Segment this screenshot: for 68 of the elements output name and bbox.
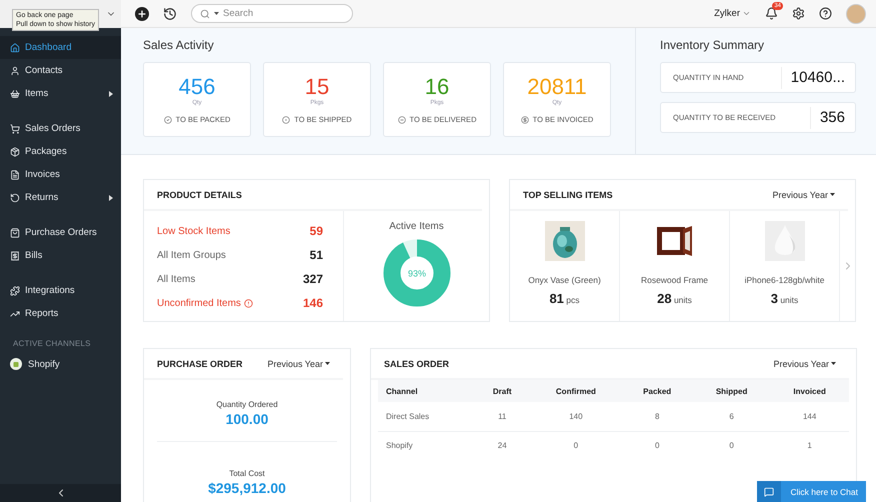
detail-label[interactable]: Unconfirmed Items <box>157 298 253 308</box>
column-header: Draft <box>474 380 530 402</box>
item-name[interactable]: Onyx Vase (Green) <box>528 275 601 285</box>
card-title: PURCHASE ORDER <box>157 358 243 368</box>
activity-count: 456 <box>178 75 216 99</box>
period-dropdown[interactable]: Previous Year <box>772 190 835 200</box>
table-cell: 144 <box>770 402 849 431</box>
nav-item[interactable]: Reports <box>0 302 121 325</box>
nav-item[interactable]: Purchase Orders <box>0 221 121 244</box>
stat-label: Total Cost <box>229 469 265 478</box>
search-field[interactable]: Search <box>191 4 353 23</box>
table-cell: Shopify <box>378 431 474 460</box>
column-header: Channel <box>378 380 474 402</box>
table-cell: 11 <box>474 402 530 431</box>
nav-item[interactable]: Contacts <box>0 59 121 82</box>
activity-count: 20811 <box>527 75 587 99</box>
summary-value: 356 <box>810 106 855 128</box>
detail-label[interactable]: All Item Groups <box>157 250 226 260</box>
period-dropdown[interactable]: Previous Year <box>267 358 330 368</box>
table-cell: 140 <box>530 402 622 431</box>
column-header: Shipped <box>692 380 770 402</box>
column-header: Packed <box>621 380 693 402</box>
period-dropdown[interactable]: Previous Year <box>773 358 836 368</box>
table-cell: 6 <box>692 402 770 431</box>
nav-item[interactable]: Dashboard <box>0 36 121 59</box>
table-cell: Direct Sales <box>378 402 474 431</box>
chart-title: Active Items <box>389 221 444 232</box>
table-cell: 24 <box>474 431 530 460</box>
item-name[interactable]: Rosewood Frame <box>640 275 708 285</box>
activity-count: 16 <box>424 75 450 99</box>
stat-value: $295,912.00 <box>208 480 286 496</box>
activity-count: 15 <box>304 75 330 99</box>
detail-value: 146 <box>302 296 323 310</box>
detail-value: 327 <box>302 272 323 286</box>
table-cell: 0 <box>621 431 693 460</box>
card-title: PRODUCT DETAILS <box>157 190 242 200</box>
nav-item[interactable]: Items <box>0 82 121 105</box>
detail-value: 51 <box>310 248 323 262</box>
column-header: Confirmed <box>530 380 622 402</box>
section-title: ACTIVE CHANNELS <box>12 338 92 350</box>
stat-label: Quantity Ordered <box>216 400 278 409</box>
nav-item[interactable]: Returns <box>0 186 121 209</box>
card-title: TOP SELLING ITEMS <box>523 190 613 200</box>
column-header: Invoiced <box>770 380 849 402</box>
table-cell: 8 <box>621 402 693 431</box>
table-cell: 0 <box>692 431 770 460</box>
summary-value: 10460... <box>780 66 855 88</box>
nav-item[interactable]: Sales Orders <box>0 117 121 140</box>
detail-value: 59 <box>310 224 323 238</box>
detail-label[interactable]: Low Stock Items <box>157 226 230 236</box>
nav-item[interactable]: Bills <box>0 244 121 267</box>
organization-menu[interactable]: Zylker <box>714 8 751 19</box>
nav-item[interactable]: Invoices <box>0 163 121 186</box>
stat-value: 100.00 <box>226 411 268 427</box>
item-quantity: 3 units <box>770 291 798 306</box>
nav-item[interactable]: Integrations <box>0 279 121 302</box>
item-name[interactable]: iPhone6-128gb/white <box>744 275 824 285</box>
section-title: Inventory Summary <box>660 38 766 52</box>
nav-item[interactable]: Packages <box>0 140 121 163</box>
card-title: SALES ORDER <box>384 358 450 368</box>
channel-item[interactable]: Shopify <box>0 354 121 374</box>
section-title: Sales Activity <box>143 38 215 52</box>
table-cell: 0 <box>530 431 622 460</box>
detail-label[interactable]: All Items <box>157 274 196 284</box>
donut-reading: 93% <box>408 268 426 278</box>
table-cell: 1 <box>770 431 849 460</box>
item-quantity: 28 units <box>657 291 692 306</box>
item-quantity: 81 pcs <box>549 291 580 306</box>
